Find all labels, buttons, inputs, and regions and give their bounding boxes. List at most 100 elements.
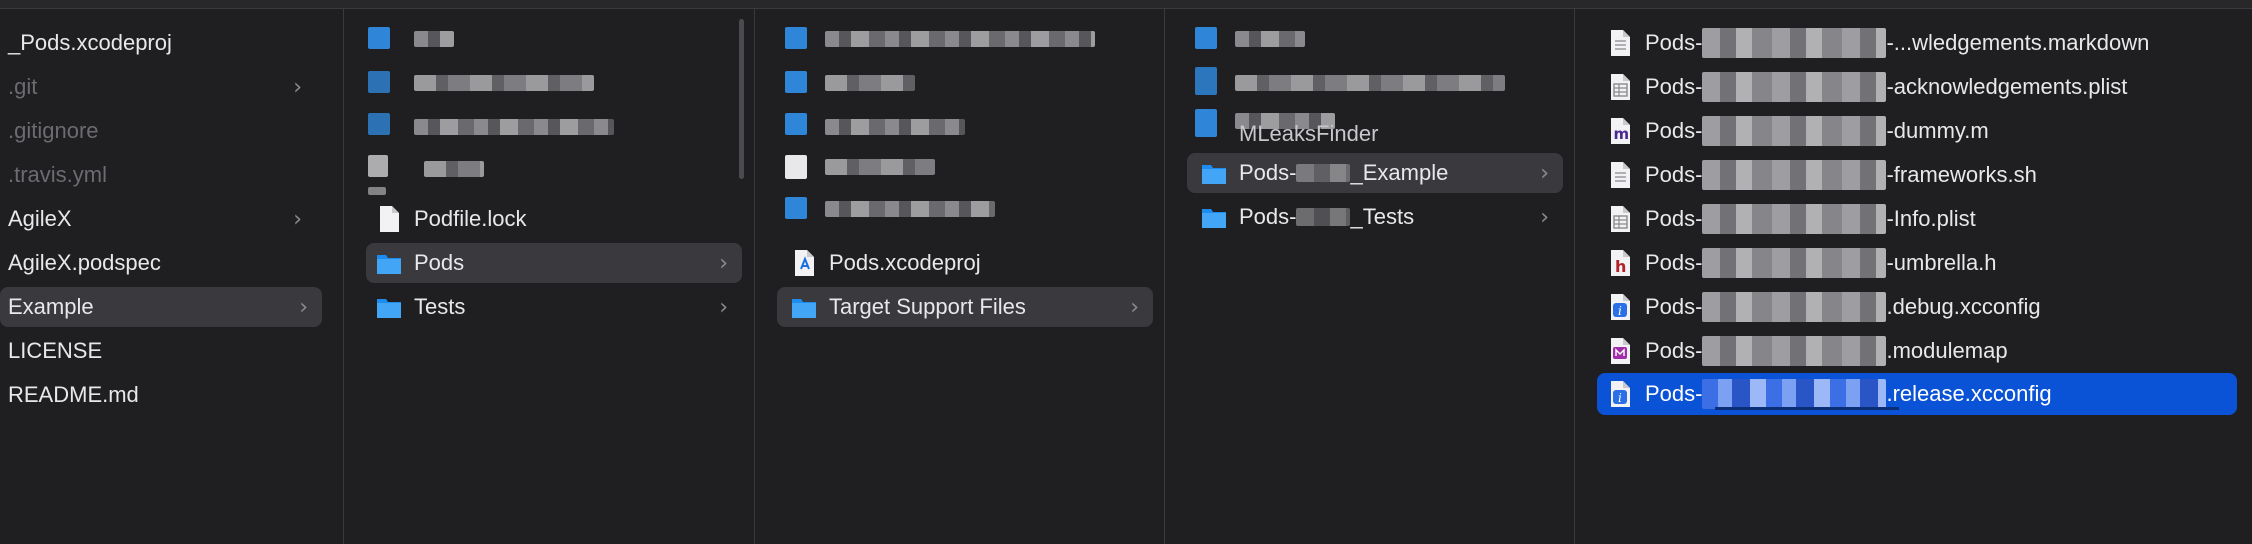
list-item-debug-xcconfig[interactable]: i Pods- .debug.xcconfig	[1597, 287, 2237, 327]
item-suffix: _Tests	[1350, 204, 1415, 229]
xcconfig-file-icon: i	[1607, 380, 1633, 408]
list-item-license[interactable]: LICENSE	[0, 331, 330, 371]
list-item-pods-tests[interactable]: Pods- _Tests ›	[1187, 197, 1563, 237]
item-prefix: Pods-	[1645, 381, 1703, 406]
item-label: README.md	[8, 382, 139, 407]
item-label: .gitignore	[8, 118, 99, 143]
column-2[interactable]: Podfile.lock Pods › Tests ›	[344, 9, 755, 544]
list-item-example[interactable]: Example ›	[0, 287, 322, 327]
list-item-frameworks-sh[interactable]: Pods- -frameworks.sh	[1597, 155, 2237, 195]
column-1[interactable]: _Pods.xcodeproj .git › .gitignore .travi…	[0, 9, 344, 544]
obscured-name	[1702, 292, 1887, 322]
obscured-name	[1702, 204, 1887, 234]
list-item-dummy-m[interactable]: m Pods- -dummy.m	[1597, 111, 2237, 151]
svg-text:i: i	[1618, 391, 1622, 405]
list-item-agilex-podspec[interactable]: AgileX.podspec	[0, 243, 330, 283]
obscured-folder-icon	[785, 71, 807, 93]
list-item-git[interactable]: .git ›	[0, 67, 330, 107]
obscured-folder-icon	[785, 113, 807, 135]
obscured-label	[424, 161, 484, 177]
list-item-pods-xcodeproj[interactable]: Pods.xcodeproj	[791, 243, 1151, 283]
obscured-name	[1296, 164, 1351, 182]
list-item-agilex[interactable]: AgileX ›	[0, 199, 330, 239]
list-item-pods[interactable]: Pods ›	[366, 243, 742, 283]
item-suffix: -frameworks.sh	[1886, 162, 2037, 187]
chevron-right-icon: ›	[1540, 205, 1549, 230]
column-3[interactable]: Pods.xcodeproj Target Support Files ›	[755, 9, 1165, 544]
list-item-acknowledgements-markdown[interactable]: Pods- -...wledgements.markdown	[1597, 23, 2237, 63]
item-label: Pods.xcodeproj	[829, 250, 981, 275]
folder-icon	[1201, 159, 1227, 187]
list-item-tests[interactable]: Tests ›	[366, 287, 742, 327]
obscured-file-icon	[368, 155, 388, 177]
svg-text:i: i	[1618, 304, 1622, 318]
obscured-folder-icon	[368, 27, 390, 49]
obscured-name	[1296, 208, 1351, 226]
xcconfig-file-icon: i	[1607, 293, 1633, 321]
item-prefix: Pods-	[1645, 162, 1703, 187]
obscured-folder-icon	[1195, 67, 1217, 95]
finder-column-browser: _Pods.xcodeproj .git › .gitignore .travi…	[0, 0, 2252, 544]
item-label: Podfile.lock	[414, 206, 527, 231]
item-suffix: -Info.plist	[1886, 206, 1976, 231]
item-label: .travis.yml	[8, 162, 107, 187]
list-item-umbrella-h[interactable]: h Pods- -umbrella.h	[1597, 243, 2237, 283]
item-label: Tests	[414, 294, 466, 319]
item-suffix: -dummy.m	[1886, 118, 1989, 143]
list-item-gitignore[interactable]: .gitignore	[0, 111, 330, 151]
item-prefix: Pods-	[1645, 206, 1703, 231]
item-label: Pods	[414, 250, 465, 275]
chevron-right-icon: ›	[293, 207, 302, 232]
list-item-podfile-lock[interactable]: Podfile.lock	[376, 199, 736, 239]
item-label: Example	[8, 294, 94, 319]
item-suffix: -umbrella.h	[1886, 250, 1997, 275]
item-prefix: Pods-	[1239, 204, 1297, 229]
obscured-name	[1702, 379, 1887, 409]
obscured-name	[1702, 28, 1887, 58]
chevron-right-icon: ›	[719, 295, 728, 320]
obscured-folder-icon	[785, 197, 807, 219]
list-item-pods-example[interactable]: Pods- _Example ›	[1187, 153, 1563, 193]
item-prefix: Pods-	[1645, 250, 1703, 275]
column-4[interactable]: MLeaksFinder Pods- _Example › Pods- _Tes…	[1165, 9, 1575, 544]
obscured-name	[1702, 116, 1887, 146]
obscured-label	[825, 31, 1095, 47]
list-item-target-support-files[interactable]: Target Support Files ›	[777, 287, 1153, 327]
obscured-folder-icon	[368, 113, 390, 135]
text-file-icon	[1607, 29, 1633, 57]
list-item-info-plist[interactable]: Pods- -Info.plist	[1597, 199, 2237, 239]
list-item-modulemap[interactable]: Pods- .modulemap	[1597, 331, 2237, 371]
obscured-label	[414, 31, 454, 47]
folder-icon	[791, 293, 817, 321]
obscured-folder-icon	[785, 27, 807, 49]
objc-m-file-icon: m	[1607, 117, 1633, 145]
list-item-pods-xcodeproj[interactable]: _Pods.xcodeproj	[0, 23, 330, 63]
obscured-label	[825, 119, 965, 135]
item-suffix: _Example	[1350, 160, 1449, 185]
item-suffix: .modulemap	[1886, 338, 2008, 363]
list-item-release-xcconfig[interactable]: i Pods- .release.xcconfig	[1597, 373, 2237, 415]
document-icon	[376, 205, 402, 233]
column-scrollbar[interactable]	[739, 19, 744, 179]
obscured-label	[825, 75, 915, 91]
window-top-edge	[0, 0, 2252, 9]
obscured-file-icon	[368, 187, 386, 195]
partial-label-row: MLeaksFinder	[1239, 125, 1439, 147]
list-item-readme[interactable]: README.md	[0, 375, 330, 415]
column-5[interactable]: Pods- -...wledgements.markdown Pods- -ac…	[1575, 9, 2252, 544]
folder-icon	[376, 249, 402, 277]
list-item-acknowledgements-plist[interactable]: Pods- -acknowledgements.plist	[1597, 67, 2237, 107]
item-label: AgileX	[8, 206, 72, 231]
chevron-right-icon: ›	[719, 251, 728, 276]
obscured-name	[1702, 72, 1887, 102]
item-label: .git	[8, 74, 38, 99]
folder-icon	[1201, 203, 1227, 231]
item-label: MLeaksFinder	[1239, 125, 1379, 146]
obscured-name	[1702, 160, 1887, 190]
item-suffix: .release.xcconfig	[1886, 381, 2052, 406]
obscured-file-icon	[785, 155, 807, 179]
item-prefix: Pods-	[1645, 30, 1703, 55]
list-item-travis-yml[interactable]: .travis.yml	[0, 155, 330, 195]
svg-text:h: h	[1615, 257, 1626, 276]
item-label: LICENSE	[8, 338, 103, 363]
